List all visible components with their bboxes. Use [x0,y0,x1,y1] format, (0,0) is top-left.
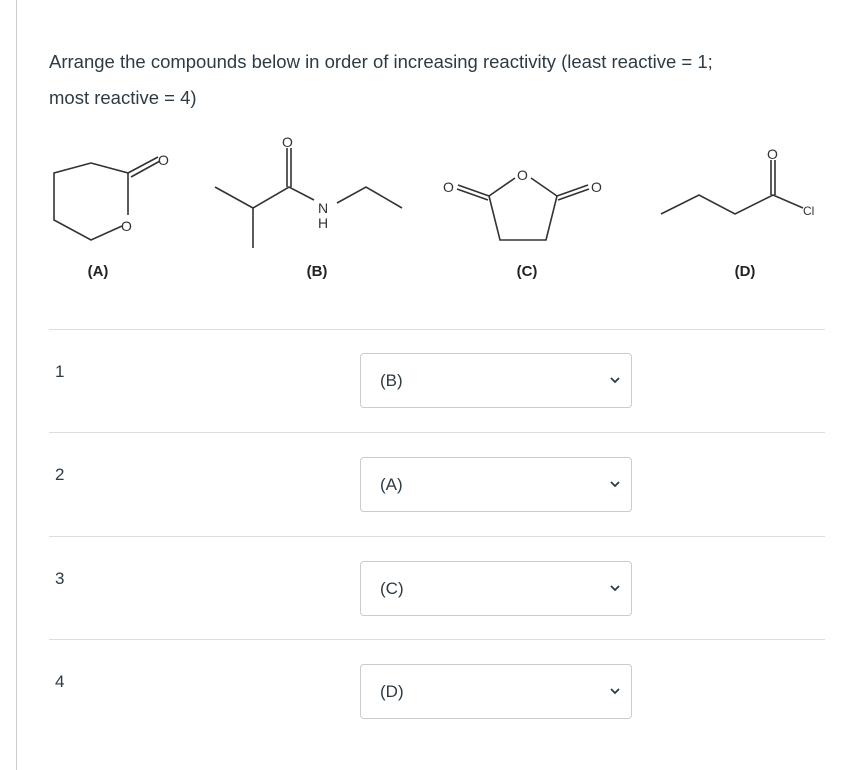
compound-label-d: (D) [734,263,756,280]
rank-3-select[interactable]: (C) [360,561,632,616]
selected-value: (D) [380,682,404,701]
left-border [16,0,17,770]
selected-value: (A) [380,475,403,494]
row-divider [49,329,825,330]
chevron-down-icon [610,481,620,488]
selected-value: (C) [380,579,404,598]
selected-value: (B) [380,371,403,390]
atom-o: O [121,218,132,234]
rank-2-select[interactable]: (A) [360,457,632,512]
atom-o: O [517,167,528,183]
question-line-1: Arrange the compounds below in order of … [49,51,713,72]
atom-o: O [767,146,778,162]
compound-a-structure [53,156,161,241]
rank-number: 2 [55,465,65,484]
compound-b-structure [214,148,403,248]
atom-o: O [591,179,602,195]
rank-4-select[interactable]: (D) [360,664,632,719]
rank-number: 1 [55,362,65,381]
row-divider [49,639,825,640]
chevron-down-icon [610,377,620,384]
compound-structures: O O O N H O O O O Cl [53,134,814,248]
atom-o: O [282,134,293,150]
rank-1-select[interactable]: (B) [360,353,632,408]
chevron-down-icon [610,585,620,592]
rank-number: 3 [55,569,65,588]
compound-c-structure [456,177,590,241]
atom-h: H [318,215,328,231]
chevron-down-icon [610,688,620,695]
rank-number: 4 [55,672,65,691]
compound-label-c: (C) [516,263,538,280]
compound-d-structure [660,160,804,215]
row-divider [49,432,825,433]
compound-label-b: (B) [306,263,328,280]
question-text: Arrange the compounds below in order of … [49,44,829,116]
question-line-2: most reactive = 4) [49,87,197,108]
atom-cl: Cl [803,204,814,218]
atom-o: O [158,152,169,168]
compound-label-a: (A) [87,263,109,280]
atom-o: O [443,179,454,195]
atom-n: N [318,200,328,216]
row-divider [49,536,825,537]
